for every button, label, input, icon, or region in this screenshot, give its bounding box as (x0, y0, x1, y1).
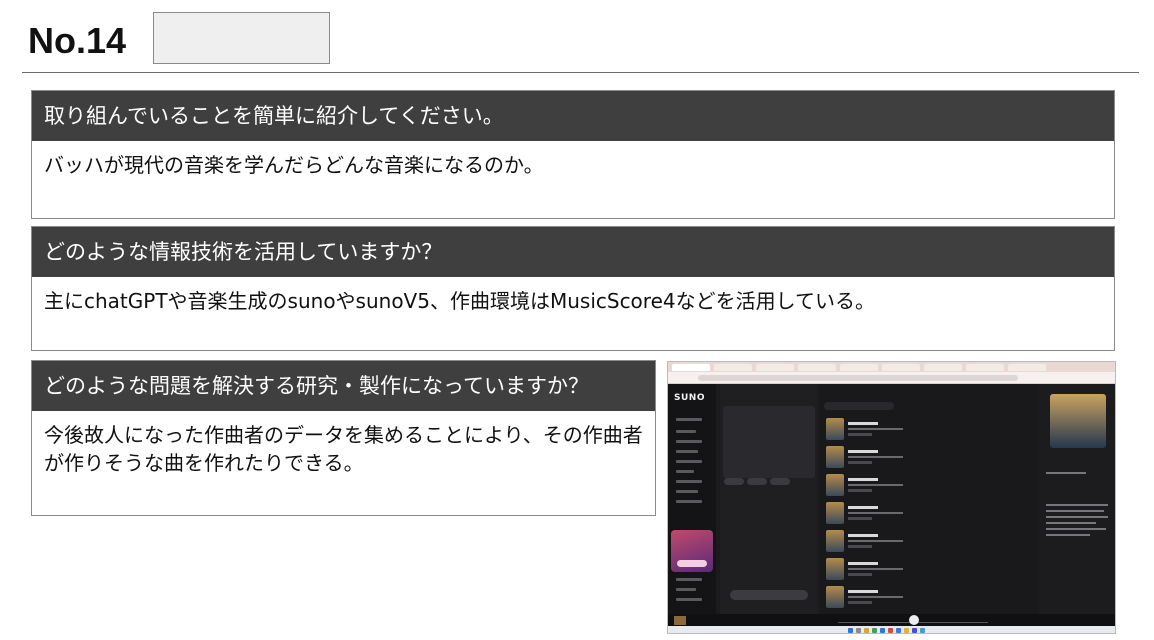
browser-address-bar (668, 372, 1115, 384)
page-header: No.14 (0, 0, 1154, 74)
song-detail-panel (1040, 384, 1115, 614)
os-taskbar (668, 626, 1115, 633)
browser-tab-strip (668, 362, 1115, 372)
suno-logo: SUNO (674, 393, 705, 403)
song-description-box (723, 406, 815, 478)
suno-app-screenshot: SUNO (667, 361, 1116, 634)
playback-bar (668, 614, 1115, 626)
header-divider (22, 72, 1139, 73)
workspace-search (824, 402, 894, 410)
suno-sidebar: SUNO (668, 384, 716, 614)
create-button (730, 590, 808, 600)
answer-technology: 主にchatGPTや音楽生成のsunoやsunoV5、作曲環境はMusicSco… (44, 289, 876, 313)
page-number: No.14 (28, 20, 127, 61)
create-panel (720, 384, 818, 614)
name-entry-box[interactable] (153, 12, 330, 64)
answer-introduction: バッハが現代の音楽を学んだらどんな音楽になるのか。 (44, 153, 544, 177)
section-introduction: 取り組んでいることを簡単に紹介してください。 バッハが現代の音楽を学んだらどんな… (31, 90, 1115, 219)
section-problem: どのような問題を解決する研究・製作になっていますか？ 今後故人になった作曲者のデ… (31, 360, 656, 516)
workspace-song-list (820, 384, 1038, 614)
answer-problem: 今後故人になった作曲者のデータを集めることにより、その作曲者が作りそうな曲を作れ… (44, 423, 643, 475)
section-technology: どのような情報技術を活用していますか？ 主にchatGPTや音楽生成のsunoや… (31, 226, 1115, 351)
suno-app-window: SUNO (668, 384, 1115, 614)
play-icon (909, 615, 919, 625)
question-technology: どのような情報技術を活用していますか？ (32, 227, 1114, 277)
song-cover-art (1050, 394, 1106, 448)
upgrade-promo-card (671, 530, 713, 572)
question-introduction: 取り組んでいることを簡単に紹介してください。 (32, 91, 1114, 141)
question-problem: どのような問題を解決する研究・製作になっていますか？ (32, 361, 655, 411)
